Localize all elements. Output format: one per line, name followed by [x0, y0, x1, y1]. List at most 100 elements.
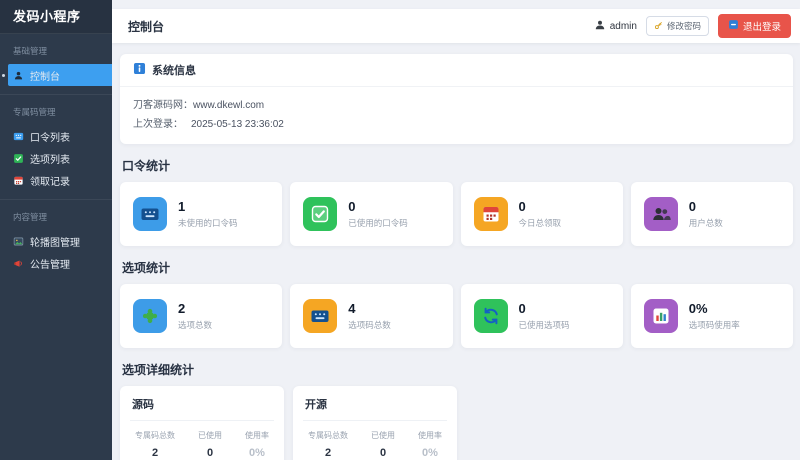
detail-column-label: 使用率	[245, 431, 269, 440]
stat-value: 0	[518, 301, 526, 316]
stat-text: 0 今日总领取	[519, 199, 562, 229]
sidebar-item-password-list[interactable]: 口令列表	[0, 125, 112, 147]
stat-text: 2 选项总数	[178, 301, 212, 331]
stat-text: 0% 选项码使用率	[689, 301, 740, 331]
logout-label: 退出登录	[742, 22, 781, 33]
stat-value: 1	[178, 199, 186, 214]
sidebar-item-claim-records[interactable]: 领取记录	[0, 169, 112, 191]
stat-text: 0 用户总数	[689, 199, 723, 229]
sidebar-item-label: 领取记录	[30, 176, 70, 188]
detail-columns: 专属码总数 2 已使用 0 使用率 0%	[132, 430, 272, 459]
refresh-icon	[473, 299, 508, 333]
detail-column-label: 专属码总数	[308, 431, 348, 440]
sidebar-nav: 基础管理控制台专属码管理口令列表选项列表领取记录内容管理轮播图管理公告管理	[0, 34, 112, 282]
info-value: www.dkewl.com	[193, 100, 265, 111]
detail-cards-row: 源码 专属码总数 2 已使用 0 使用率 0% 开源 专属码总数 2 已使用 0 使用率 0%	[120, 386, 793, 460]
system-info-panel: 系统信息 刀客源码网： www.dkewl.com 上次登录： 2025-05-…	[120, 54, 793, 144]
sidebar-item-label: 控制台	[30, 71, 60, 83]
stat-text: 1 未使用的口令码	[178, 199, 238, 229]
keyboard-blue-icon	[13, 131, 24, 142]
detail-column-value: 0	[206, 447, 214, 459]
calendar-red-icon	[13, 175, 24, 186]
sidebar-section-label: 内容管理	[13, 212, 48, 222]
keyboard-icon	[303, 299, 338, 333]
check-icon	[303, 197, 338, 231]
main-area: 控制台 admin 修改密码 退出登录 系统信息 刀客源码网： www.dkew…	[112, 0, 800, 460]
detail-column: 使用率 0%	[418, 430, 442, 459]
sidebar-section: 专属码管理口令列表选项列表领取记录	[0, 95, 112, 200]
system-info-header: 系统信息	[120, 54, 793, 87]
detail-column-value: 2	[151, 447, 159, 459]
sidebar-section-label: 专属码管理	[13, 107, 56, 117]
info-label: 上次登录：	[133, 119, 183, 130]
sidebar-item-label: 选项列表	[30, 154, 70, 166]
detail-column: 专属码总数 2	[135, 430, 175, 459]
image-icon	[13, 236, 24, 247]
stat-text: 0 已使用的口令码	[348, 199, 408, 229]
detail-columns: 专属码总数 2 已使用 0 使用率 0%	[305, 430, 445, 459]
topbar: 控制台 admin 修改密码 退出登录	[112, 9, 800, 43]
page-title: 控制台	[128, 19, 165, 34]
stat-value: 0	[688, 199, 696, 214]
detail-card: 开源 专属码总数 2 已使用 0 使用率 0%	[293, 386, 457, 460]
stat-label: 选项码使用率	[688, 320, 740, 330]
stat-card: 0 已使用的口令码	[290, 182, 453, 246]
check-green-icon	[13, 153, 24, 164]
detail-column-label: 专属码总数	[135, 431, 175, 440]
sidebar-section: 基础管理控制台	[0, 34, 112, 95]
sidebar-item-label: 口令列表	[30, 132, 70, 144]
stat-value: 0	[348, 199, 356, 214]
stat-text: 4 选项码总数	[348, 301, 391, 331]
divider	[130, 420, 274, 421]
stat-card: 4 选项码总数	[290, 284, 453, 348]
divider	[303, 420, 447, 421]
sidebar-item-announcement-management[interactable]: 公告管理	[0, 252, 112, 274]
info-row: 刀客源码网： www.dkewl.com	[133, 96, 780, 115]
content: 系统信息 刀客源码网： www.dkewl.com 上次登录： 2025-05-…	[112, 43, 800, 460]
system-info-body: 刀客源码网： www.dkewl.com 上次登录： 2025-05-13 23…	[120, 87, 793, 144]
sidebar-item-console[interactable]: 控制台	[2, 64, 112, 86]
stat-label: 选项总数	[178, 320, 213, 330]
stat-card: 2 选项总数	[120, 284, 283, 348]
stat-value: 2	[178, 301, 186, 316]
logout-button[interactable]: 退出登录	[717, 14, 791, 38]
stat-card: 0% 选项码使用率	[630, 284, 793, 348]
detail-column-value: 0%	[249, 447, 265, 459]
user-chip: admin	[594, 19, 637, 34]
stat-label: 已使用的口令码	[348, 218, 408, 228]
detail-column: 已使用 0	[198, 430, 222, 459]
sidebar-item-label: 公告管理	[30, 259, 70, 271]
sidebar-section-label: 基础管理	[13, 46, 48, 56]
stat-value: 0%	[688, 301, 708, 316]
megaphone-icon	[13, 258, 24, 269]
detail-column-value: 2	[324, 447, 332, 459]
user-icon	[594, 19, 606, 34]
puzzle-icon	[133, 299, 167, 333]
detail-column-label: 已使用	[198, 431, 222, 440]
sidebar-item-option-list[interactable]: 选项列表	[0, 147, 112, 169]
info-icon	[133, 62, 146, 78]
stat-cards-row: 2 选项总数 4 选项码总数 0 已使用选项码 0% 选项码使用率	[120, 284, 793, 348]
dashboard-icon	[13, 70, 24, 81]
keyboard-icon	[133, 197, 167, 231]
stat-value: 4	[348, 301, 356, 316]
detail-card: 源码 专属码总数 2 已使用 0 使用率 0%	[120, 386, 284, 460]
info-row: 上次登录： 2025-05-13 23:36:02	[133, 115, 780, 134]
stats-section-title: 选项统计	[122, 261, 171, 275]
key-icon	[654, 21, 663, 32]
stats-section-title: 口令统计	[122, 159, 171, 173]
stat-label: 已使用选项码	[518, 320, 570, 330]
stat-label: 选项码总数	[348, 320, 391, 330]
detail-card-title: 开源	[305, 399, 327, 411]
topbar-right: admin 修改密码 退出登录	[594, 14, 791, 38]
change-password-button[interactable]: 修改密码	[645, 16, 709, 36]
detail-column: 使用率 0%	[245, 430, 269, 459]
stat-label: 未使用的口令码	[178, 218, 238, 228]
change-password-label: 修改密码	[666, 21, 701, 31]
chart-icon	[643, 299, 678, 333]
sidebar-item-carousel-management[interactable]: 轮播图管理	[0, 230, 112, 252]
stat-card: 1 未使用的口令码	[120, 182, 283, 246]
stat-card: 0 今日总领取	[460, 182, 623, 246]
stats-root: 口令统计 1 未使用的口令码 0 已使用的口令码 0 今日总领取 0 用户总数选项统计 2 选项总数…	[120, 157, 793, 348]
stat-cards-row: 1 未使用的口令码 0 已使用的口令码 0 今日总领取 0 用户总数	[120, 182, 793, 246]
